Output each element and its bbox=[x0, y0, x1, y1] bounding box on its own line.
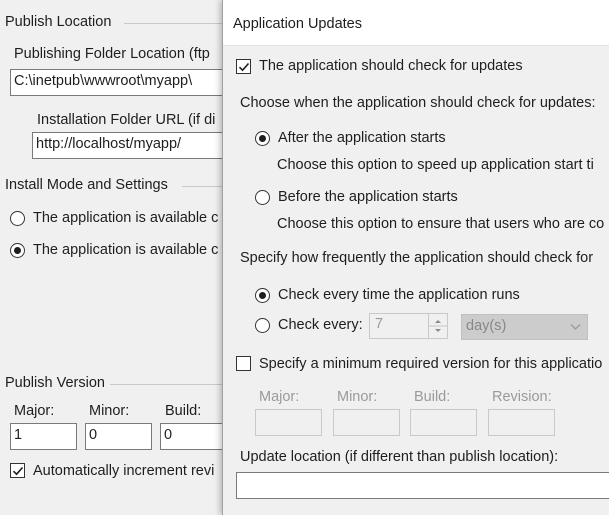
dialog-title: Application Updates bbox=[233, 16, 362, 32]
interval-unit-value: day(s) bbox=[466, 318, 507, 334]
install-mode-option-1-label: The application is available c bbox=[33, 210, 219, 226]
before-start-radio[interactable] bbox=[255, 190, 270, 205]
publish-version-title: Publish Version bbox=[5, 375, 105, 391]
update-location-label: Update location (if different than publi… bbox=[240, 449, 559, 465]
min-revision-input[interactable] bbox=[488, 409, 555, 436]
checkmark-icon bbox=[12, 466, 24, 476]
publishing-folder-label: Publishing Folder Location (ftp bbox=[14, 46, 210, 62]
min-major-label: Major: bbox=[259, 389, 300, 405]
min-build-input[interactable] bbox=[410, 409, 477, 436]
after-start-description: Choose this option to speed up applicati… bbox=[277, 157, 594, 173]
check-every-label: Check every: bbox=[278, 317, 363, 333]
publish-location-title: Publish Location bbox=[5, 14, 112, 30]
auto-increment-checkbox[interactable] bbox=[10, 463, 25, 478]
frequency-prompt: Specify how frequently the application s… bbox=[240, 250, 594, 266]
build-label: Build: bbox=[165, 403, 202, 419]
spin-arrows-icon bbox=[429, 320, 447, 332]
install-mode-title: Install Mode and Settings bbox=[5, 177, 168, 193]
publishing-folder-input[interactable]: C:\inetpub\wwwroot\myapp\ bbox=[10, 69, 226, 96]
interval-value: 7 bbox=[375, 316, 384, 332]
install-mode-radio-2[interactable] bbox=[10, 243, 25, 258]
minor-label: Minor: bbox=[89, 403, 130, 419]
divider bbox=[182, 186, 222, 187]
checkmark-icon bbox=[238, 62, 250, 72]
min-version-checkbox[interactable] bbox=[236, 356, 251, 371]
update-location-input[interactable] bbox=[236, 472, 609, 499]
after-start-radio[interactable] bbox=[255, 131, 270, 146]
min-minor-label: Minor: bbox=[337, 389, 378, 405]
min-build-label: Build: bbox=[414, 389, 451, 405]
divider bbox=[110, 384, 222, 385]
every-run-label: Check every time the application runs bbox=[278, 287, 520, 303]
before-start-description: Choose this option to ensure that users … bbox=[277, 216, 605, 232]
before-start-label: Before the application starts bbox=[278, 189, 458, 205]
interval-stepper[interactable]: 7 bbox=[369, 313, 430, 339]
auto-increment-label: Automatically increment revi bbox=[33, 463, 215, 479]
every-run-radio[interactable] bbox=[255, 288, 270, 303]
application-updates-dialog: Application Updates The application shou… bbox=[222, 0, 609, 515]
minor-input[interactable]: 0 bbox=[85, 423, 152, 450]
min-version-label: Specify a minimum required version for t… bbox=[259, 356, 603, 372]
chevron-down-icon bbox=[570, 324, 581, 330]
install-mode-option-2-label: The application is available c bbox=[33, 242, 219, 258]
dialog-title-bar: Application Updates bbox=[223, 0, 609, 46]
major-label: Major: bbox=[14, 403, 55, 419]
installation-url-label: Installation Folder URL (if di bbox=[37, 112, 216, 128]
install-mode-radio-1[interactable] bbox=[10, 211, 25, 226]
build-input[interactable]: 0 bbox=[160, 423, 226, 450]
min-minor-input[interactable] bbox=[333, 409, 400, 436]
interval-unit-select[interactable]: day(s) bbox=[461, 314, 588, 340]
min-revision-label: Revision: bbox=[492, 389, 552, 405]
check-every-radio[interactable] bbox=[255, 318, 270, 333]
major-input[interactable]: 1 bbox=[10, 423, 77, 450]
interval-stepper-buttons[interactable] bbox=[428, 313, 448, 339]
check-for-updates-label: The application should check for updates bbox=[259, 58, 523, 74]
divider bbox=[124, 23, 222, 24]
installation-url-input[interactable]: http://localhost/myapp/ bbox=[32, 132, 226, 159]
when-prompt: Choose when the application should check… bbox=[240, 95, 596, 111]
check-for-updates-checkbox[interactable] bbox=[236, 59, 251, 74]
min-major-input[interactable] bbox=[255, 409, 322, 436]
after-start-label: After the application starts bbox=[278, 130, 446, 146]
